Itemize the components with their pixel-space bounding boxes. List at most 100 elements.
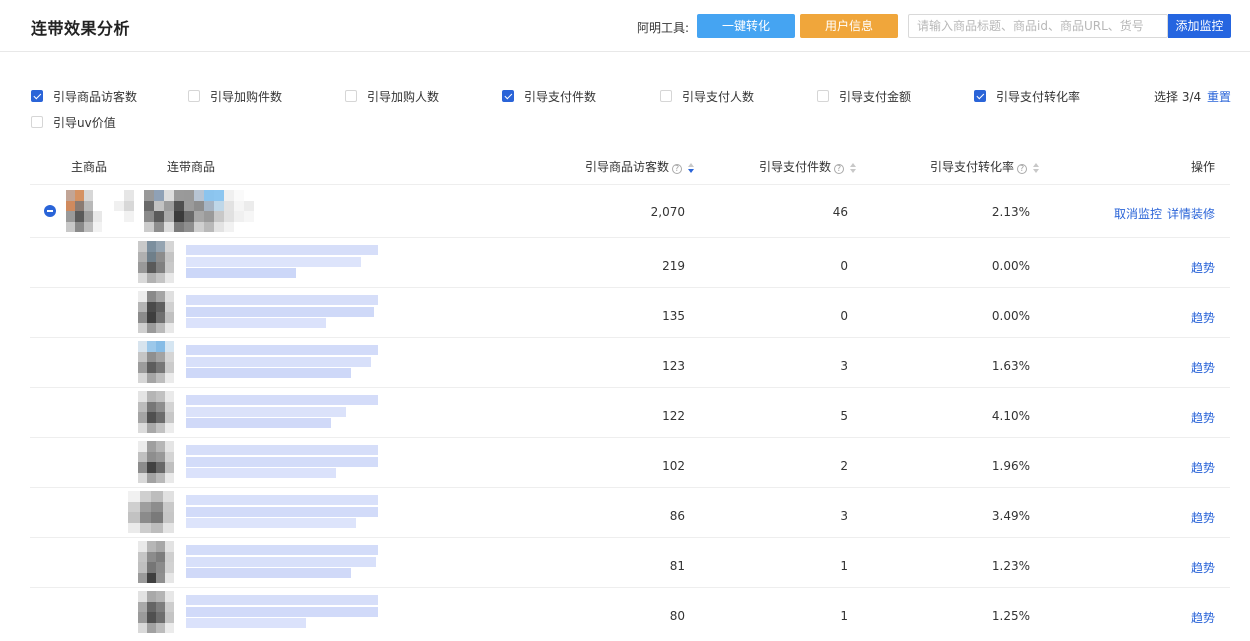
pay-rate-value: 1.23% [991, 559, 1030, 573]
trend-link[interactable]: 趋势 [1191, 509, 1215, 526]
table-row: 122 5 4.10% 趋势 [30, 387, 1230, 437]
checkbox-icon[interactable] [31, 90, 43, 102]
trend-link[interactable]: 趋势 [1191, 559, 1215, 576]
checkbox-icon[interactable] [31, 116, 43, 128]
pay-rate-value: 0.00% [991, 259, 1030, 273]
filter-uv-value[interactable]: 引导uv价值 [31, 114, 116, 130]
checkbox-icon[interactable] [345, 90, 357, 102]
filter-pay-rate[interactable]: 引导支付转化率 [974, 88, 1080, 104]
product-title-blurred [186, 541, 381, 583]
help-icon[interactable]: ? [672, 164, 683, 174]
table-row: 80 1 1.25% 趋势 [30, 587, 1230, 637]
table-row: 86 3 3.49% 趋势 [30, 487, 1230, 537]
pay-count-value: 1 [840, 609, 848, 623]
main-product-row: 2,070 46 2.13% 取消监控 详情装修 [30, 184, 1230, 237]
table-row: 81 1 1.23% 趋势 [30, 537, 1230, 587]
trend-link[interactable]: 趋势 [1191, 409, 1215, 426]
product-title-blurred [186, 341, 381, 383]
reset-link[interactable]: 重置 [1207, 88, 1231, 105]
pay-rate-value: 4.10% [991, 409, 1030, 423]
col-visitors-label: 引导商品访客数 [585, 160, 670, 174]
pay-count-value: 2 [840, 459, 848, 473]
col-visitors[interactable]: 引导商品访客数? [585, 158, 695, 175]
filter-label: 引导支付人数 [682, 89, 755, 104]
filter-visitors[interactable]: 引导商品访客数 [31, 88, 137, 104]
pay-rate-value: 3.49% [991, 509, 1030, 523]
pay-count-value: 0 [840, 259, 848, 273]
table-row: 123 3 1.63% 趋势 [30, 337, 1230, 387]
convert-button[interactable]: 一键转化 [697, 14, 795, 38]
visitors-value: 86 [669, 509, 685, 523]
product-title-blurred [186, 491, 381, 533]
sort-icon[interactable] [1033, 163, 1040, 173]
product-search-input[interactable] [908, 14, 1168, 38]
visitors-value: 135 [662, 309, 685, 323]
product-thumb [138, 241, 174, 283]
checkbox-icon[interactable] [502, 90, 514, 102]
checkbox-icon[interactable] [660, 90, 672, 102]
table-row: 102 2 1.96% 趋势 [30, 437, 1230, 487]
col-pay-rate[interactable]: 引导支付转化率? [930, 158, 1040, 175]
trend-link[interactable]: 趋势 [1191, 609, 1215, 626]
detail-decor-link[interactable]: 详情装修 [1167, 205, 1215, 222]
trend-link[interactable]: 趋势 [1191, 359, 1215, 376]
product-thumb [128, 491, 174, 533]
tools-label: 阿明工具: [637, 21, 690, 35]
filter-label: 引导支付金额 [839, 89, 912, 104]
col-pay-count[interactable]: 引导支付件数? [759, 158, 857, 175]
trend-link[interactable]: 趋势 [1191, 259, 1215, 276]
trend-link[interactable]: 趋势 [1191, 309, 1215, 326]
product-thumb [138, 541, 174, 583]
checkbox-icon[interactable] [974, 90, 986, 102]
col-related-product: 连带商品 [167, 160, 216, 174]
pay-rate-value: 1.25% [991, 609, 1030, 623]
add-monitor-button[interactable]: 添加监控 [1168, 14, 1231, 38]
filter-cart-count[interactable]: 引导加购件数 [188, 88, 282, 104]
filter-pay-count[interactable]: 引导支付件数 [502, 88, 596, 104]
pay-count-value: 3 [840, 509, 848, 523]
related-product-thumb-strip [114, 190, 284, 232]
pay-rate-value: 0.00% [991, 309, 1030, 323]
filter-label: 引导加购人数 [367, 89, 440, 104]
pay-count-value: 3 [840, 359, 848, 373]
product-title-blurred [186, 591, 381, 633]
col-pay-count-label: 引导支付件数 [759, 160, 832, 174]
pay-count-value: 5 [840, 409, 848, 423]
product-thumb [138, 341, 174, 383]
visitors-value: 122 [662, 409, 685, 423]
checkbox-icon[interactable] [188, 90, 200, 102]
cancel-monitor-link[interactable]: 取消监控 [1114, 205, 1162, 222]
col-pay-rate-label: 引导支付转化率 [930, 160, 1015, 174]
table-row: 135 0 0.00% 趋势 [30, 287, 1230, 337]
sort-icon[interactable] [850, 163, 857, 173]
filter-label: 引导商品访客数 [53, 89, 138, 104]
main-pay-rate: 2.13% [991, 205, 1030, 219]
sort-icon[interactable] [688, 163, 695, 173]
visitors-value: 123 [662, 359, 685, 373]
product-title-blurred [186, 391, 381, 433]
selection-count: 选择 3/4 [1154, 90, 1202, 104]
filter-cart-users[interactable]: 引导加购人数 [345, 88, 439, 104]
filter-label: 引导支付转化率 [996, 89, 1081, 104]
visitors-value: 102 [662, 459, 685, 473]
checkbox-icon[interactable] [817, 90, 829, 102]
user-info-button[interactable]: 用户信息 [800, 14, 898, 38]
main-pay-count: 46 [832, 205, 848, 219]
pay-rate-value: 1.96% [991, 459, 1030, 473]
collapse-icon[interactable] [44, 205, 56, 217]
pay-rate-value: 1.63% [991, 359, 1030, 373]
trend-link[interactable]: 趋势 [1191, 459, 1215, 476]
product-thumb [138, 441, 174, 483]
filter-pay-amount[interactable]: 引导支付金额 [817, 88, 911, 104]
product-thumb [138, 291, 174, 333]
filter-label: 引导uv价值 [53, 115, 116, 130]
filter-label: 引导加购件数 [210, 89, 283, 104]
visitors-value: 81 [669, 559, 685, 573]
product-title-blurred [186, 241, 381, 283]
filter-pay-users[interactable]: 引导支付人数 [660, 88, 754, 104]
help-icon[interactable]: ? [1017, 164, 1028, 174]
product-title-blurred [186, 291, 381, 333]
col-ops: 操作 [1191, 160, 1216, 174]
visitors-value: 80 [669, 609, 685, 623]
help-icon[interactable]: ? [834, 164, 845, 174]
